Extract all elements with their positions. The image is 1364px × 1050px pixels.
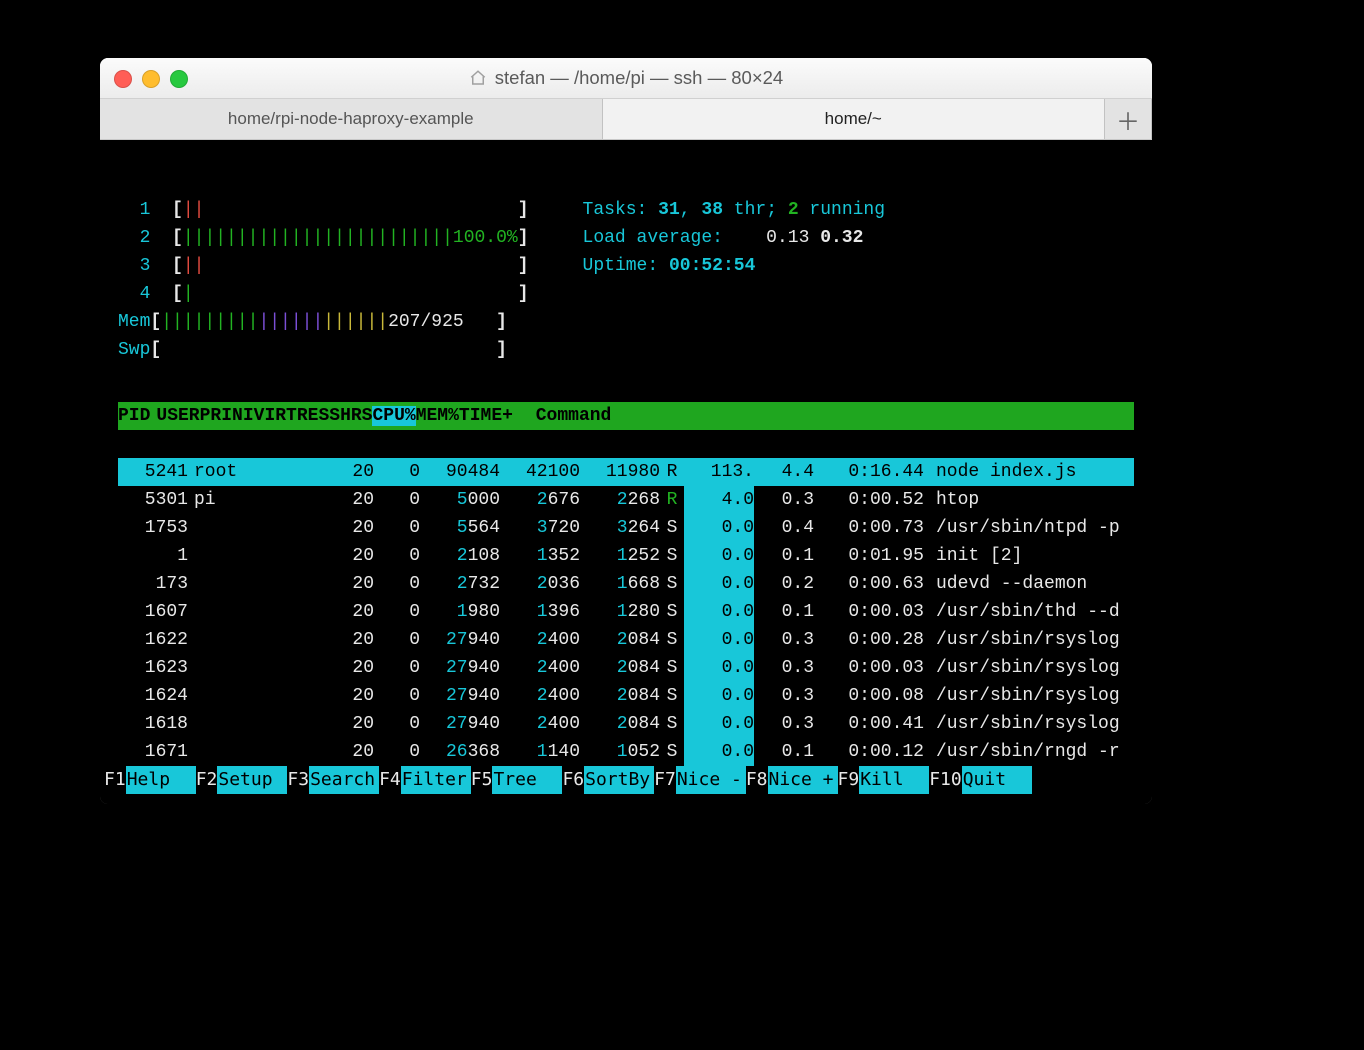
fnkey-F1[interactable]: F1 [104, 769, 126, 790]
process-row[interactable]: 1607200198013961280S0.00.10:00.03/usr/sb… [118, 598, 1134, 626]
tabbar: home/rpi-node-haproxy-example home/~ ＋ [100, 99, 1152, 140]
window-controls [114, 70, 188, 88]
htop-meters: 1 [|| ] Tasks: 31, 38 thr; 2 running 2 [… [118, 196, 1134, 364]
terminal-window: stefan — /home/pi — ssh — 80×24 home/rpi… [100, 58, 1152, 804]
tab-label: home/~ [825, 109, 882, 129]
terminal[interactable]: 1 [|| ] Tasks: 31, 38 thr; 2 running 2 [… [100, 140, 1152, 804]
fnkey-F4[interactable]: F4 [379, 769, 401, 790]
fnkey-F10[interactable]: F10 [929, 769, 962, 790]
tab-0[interactable]: home/rpi-node-haproxy-example [100, 99, 603, 139]
tab-label: home/rpi-node-haproxy-example [228, 109, 474, 129]
process-row[interactable]: 1200210813521252S0.00.10:01.95init [2] [118, 542, 1134, 570]
process-row[interactable]: 16182002794024002084S0.00.30:00.41/usr/s… [118, 710, 1134, 738]
zoom-icon[interactable] [170, 70, 188, 88]
new-tab-button[interactable]: ＋ [1105, 99, 1152, 139]
process-row[interactable]: 5241root200904844210011980R113.4.40:16.4… [118, 458, 1134, 486]
process-row[interactable]: 16712002636811401052S0.00.10:00.12/usr/s… [118, 738, 1134, 766]
process-row[interactable]: 173200273220361668S0.00.20:00.63udevd --… [118, 570, 1134, 598]
process-row[interactable]: 1753200556437203264S0.00.40:00.73/usr/sb… [118, 514, 1134, 542]
fnkey-F6[interactable]: F6 [562, 769, 584, 790]
home-icon [469, 69, 487, 87]
process-row[interactable]: 16232002794024002084S0.00.30:00.03/usr/s… [118, 654, 1134, 682]
fnkey-F8[interactable]: F8 [746, 769, 768, 790]
process-header[interactable]: PIDUSERPRINIVIRTRESSHRSCPU%MEM%TIME+ Com… [118, 402, 1134, 430]
fnkey-F3[interactable]: F3 [287, 769, 309, 790]
titlebar[interactable]: stefan — /home/pi — ssh — 80×24 [100, 58, 1152, 99]
desktop: stefan — /home/pi — ssh — 80×24 home/rpi… [0, 0, 1364, 1050]
minimize-icon[interactable] [142, 70, 160, 88]
close-icon[interactable] [114, 70, 132, 88]
window-title: stefan — /home/pi — ssh — 80×24 [469, 67, 783, 89]
fnkey-bar: F1Help F2Setup F3SearchF4FilterF5Tree F6… [100, 766, 1152, 804]
process-row[interactable]: 5301pi200500026762268R4.00.30:00.52htop [118, 486, 1134, 514]
tab-1[interactable]: home/~ [603, 99, 1106, 139]
fnkey-F2[interactable]: F2 [196, 769, 218, 790]
fnkey-F9[interactable]: F9 [838, 769, 860, 790]
process-row[interactable]: 16242002794024002084S0.00.30:00.08/usr/s… [118, 682, 1134, 710]
fnkey-F5[interactable]: F5 [471, 769, 493, 790]
process-row[interactable]: 16222002794024002084S0.00.30:00.28/usr/s… [118, 626, 1134, 654]
window-title-label: stefan — /home/pi — ssh — 80×24 [495, 67, 783, 89]
process-list[interactable]: 5241root200904844210011980R113.4.40:16.4… [118, 458, 1134, 804]
fnkey-F7[interactable]: F7 [654, 769, 676, 790]
